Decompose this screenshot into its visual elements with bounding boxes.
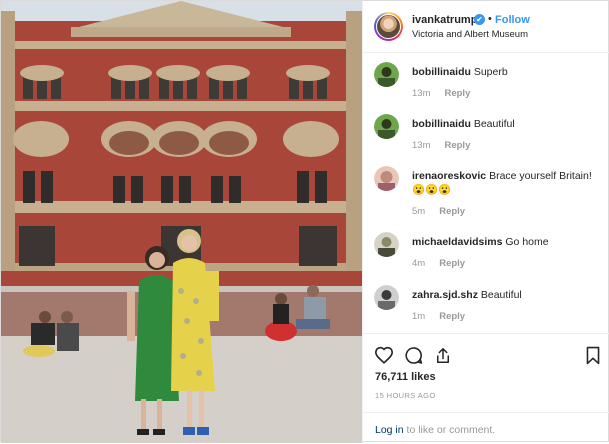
- post-modal: ivankatrump ✔ • Follow Victoria and Albe…: [0, 0, 609, 443]
- reply-button[interactable]: Reply: [444, 88, 470, 99]
- comment-username[interactable]: irenaoreskovic: [412, 170, 486, 182]
- comment-body: Beautiful: [480, 289, 522, 301]
- share-icon[interactable]: [434, 346, 452, 365]
- comment-text: michaeldavidsims Go home: [412, 235, 602, 249]
- reply-button[interactable]: Reply: [439, 258, 465, 269]
- comment-time[interactable]: 13m: [412, 140, 430, 151]
- comment-username[interactable]: michaeldavidsims: [412, 236, 502, 248]
- comments-list[interactable]: bobillinaidu Superb 13m Reply bobillinaid…: [363, 53, 609, 333]
- comment-time[interactable]: 4m: [412, 258, 425, 269]
- login-link[interactable]: Log in: [375, 424, 404, 436]
- post-timestamp[interactable]: 15 HOURS AGO: [375, 391, 436, 400]
- author-username[interactable]: ivankatrump: [412, 14, 477, 26]
- verified-badge-icon: ✔: [474, 14, 485, 25]
- reply-button[interactable]: Reply: [439, 206, 465, 217]
- login-prompt: Log in to like or comment.: [375, 424, 495, 436]
- comment-meta: 13m Reply: [412, 140, 484, 151]
- commenter-avatar[interactable]: [374, 232, 399, 257]
- separator-dot: •: [488, 13, 492, 25]
- follow-button[interactable]: Follow: [495, 14, 530, 26]
- comment-time[interactable]: 1m: [412, 311, 425, 322]
- reply-button[interactable]: Reply: [444, 140, 470, 151]
- comment-body: Beautiful: [473, 118, 515, 130]
- commenter-avatar[interactable]: [374, 114, 399, 139]
- comment-text: bobillinaidu Superb: [412, 65, 602, 79]
- comment-meta: 4m Reply: [412, 258, 479, 269]
- commenter-avatar[interactable]: [374, 285, 399, 310]
- author-avatar[interactable]: [374, 12, 403, 41]
- heart-icon[interactable]: [374, 346, 394, 364]
- comment-text: bobillinaidu Beautiful: [412, 117, 602, 131]
- comment-username[interactable]: bobillinaidu: [412, 66, 471, 78]
- post-photo[interactable]: [1, 1, 362, 443]
- login-prompt-rest: to like or comment.: [403, 424, 496, 436]
- login-bar: Log in to like or comment.: [363, 412, 609, 444]
- reply-button[interactable]: Reply: [439, 311, 465, 322]
- comment-meta: 13m Reply: [412, 88, 484, 99]
- comment-username[interactable]: bobillinaidu: [412, 118, 471, 130]
- location-link[interactable]: Victoria and Albert Museum: [412, 29, 528, 40]
- commenter-avatar[interactable]: [374, 166, 399, 191]
- comment-meta: 5m Reply: [412, 206, 479, 217]
- comment-meta: 1m Reply: [412, 311, 479, 322]
- comment-body: Go home: [505, 236, 549, 248]
- post-actions: 76,711 likes 15 HOURS AGO Log in to like…: [363, 333, 609, 443]
- comment-text: irenaoreskovic Brace yourself Britain! 😮…: [412, 169, 602, 197]
- post-header: ivankatrump ✔ • Follow Victoria and Albe…: [363, 1, 609, 53]
- comment-username[interactable]: zahra.sjd.shz: [412, 289, 478, 301]
- likes-count[interactable]: 76,711 likes: [375, 371, 436, 383]
- bookmark-icon[interactable]: [585, 346, 601, 365]
- photo-illustration: [1, 1, 362, 443]
- comment-icon[interactable]: [404, 346, 423, 365]
- comment-time[interactable]: 5m: [412, 206, 425, 217]
- post-sidebar: ivankatrump ✔ • Follow Victoria and Albe…: [362, 1, 609, 443]
- commenter-avatar[interactable]: [374, 62, 399, 87]
- comment-time[interactable]: 13m: [412, 88, 430, 99]
- comment-text: zahra.sjd.shz Beautiful: [412, 288, 602, 302]
- comment-body: Superb: [473, 66, 508, 78]
